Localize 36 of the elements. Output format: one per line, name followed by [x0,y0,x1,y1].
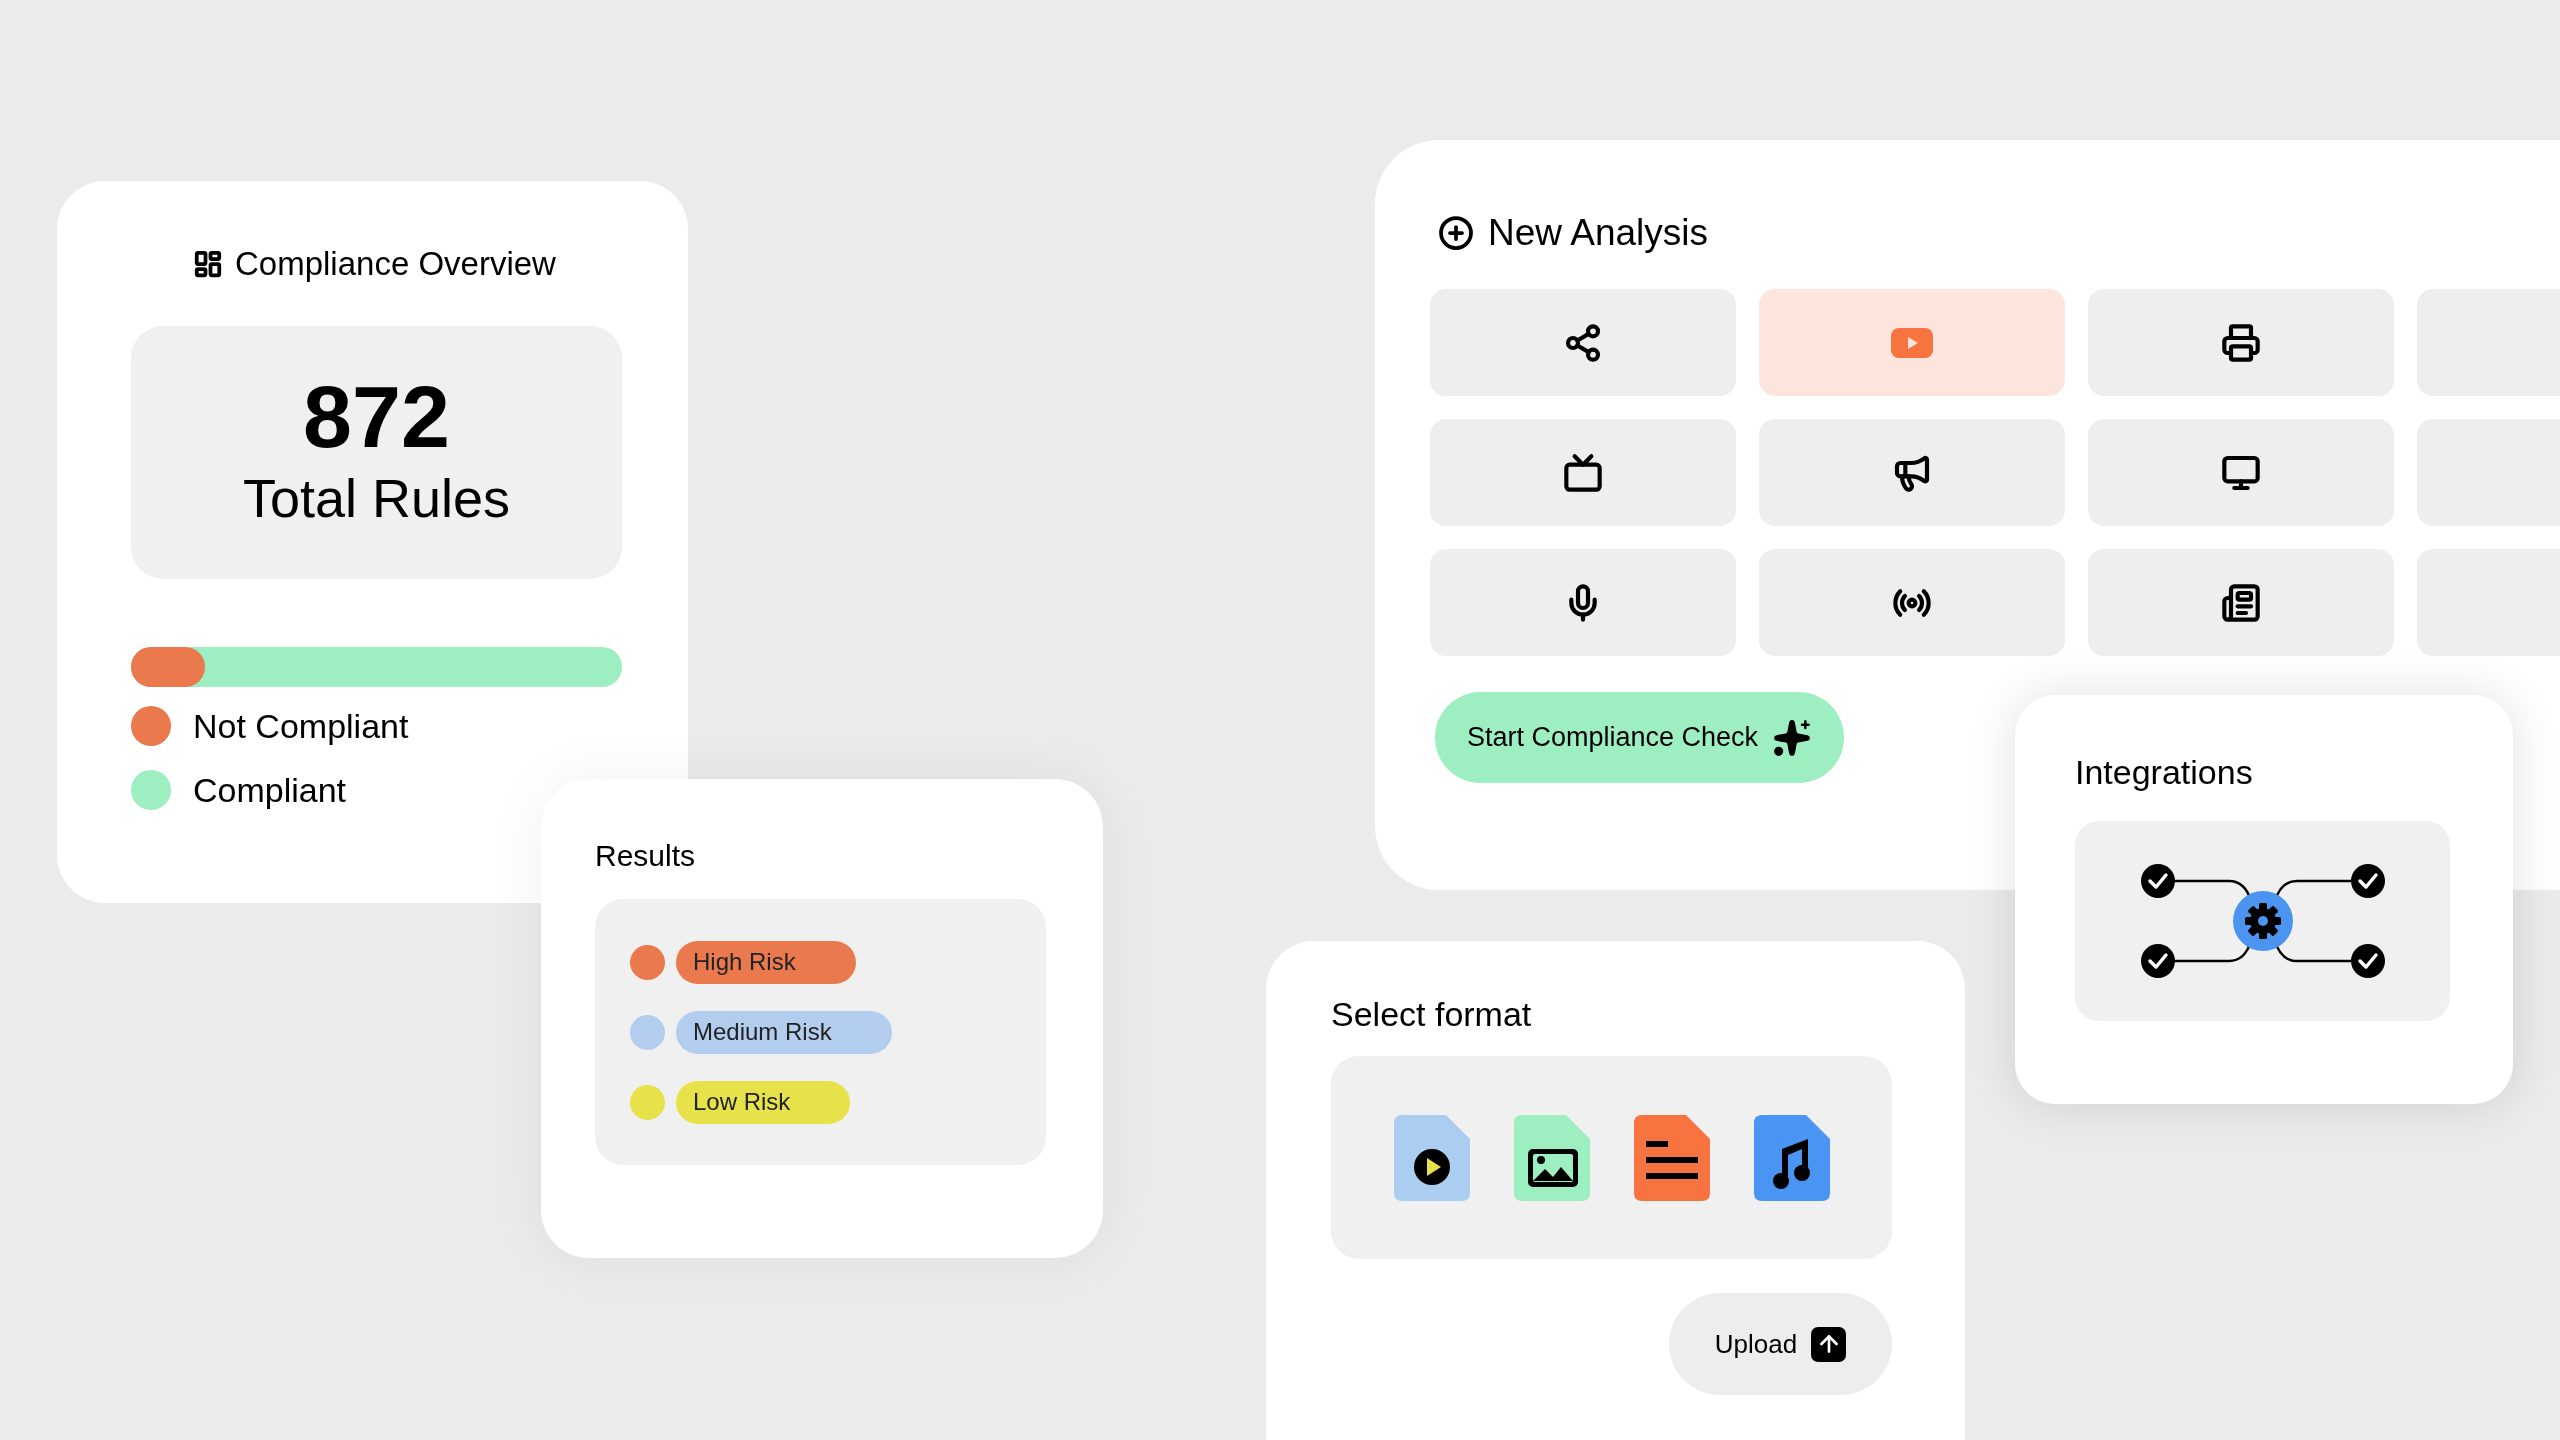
sparkle-icon [1772,717,1813,758]
dashboard-icon [193,248,223,279]
newspaper-icon [2221,582,2261,623]
total-count: 872 [303,372,450,461]
tv-icon [1563,452,1603,493]
start-check-button[interactable]: Start Compliance Check [1435,692,1845,783]
add-circle-icon [1438,214,1474,251]
image-file-icon[interactable] [1513,1114,1590,1201]
media-type-tile[interactable] [1759,289,2065,396]
upload-button[interactable]: Upload [1669,1293,1892,1395]
risk-tag: Low Risk [676,1080,851,1124]
media-type-tile[interactable] [1430,419,1736,526]
media-type-tile[interactable] [1430,289,1736,396]
card-title: Select format [1331,997,1533,1031]
risk-tag: Medium Risk [676,1010,892,1054]
video-file-icon[interactable] [1393,1114,1470,1201]
document-file-icon[interactable] [1633,1114,1710,1201]
legend-label: Compliant [193,773,347,807]
total-label: Total Rules [242,466,511,530]
legend-label: Not Compliant [193,709,409,743]
printer-icon [2221,322,2261,363]
video-play-icon [1891,327,1933,358]
media-type-tile[interactable] [2088,549,2394,656]
media-type-tile[interactable] [2088,289,2394,396]
risk-tag: High Risk [676,940,856,984]
card-title: Compliance Overview [235,247,556,280]
media-type-tile[interactable] [2088,419,2394,526]
card-title: Integrations [2075,755,2254,789]
media-type-tile[interactable] [1759,419,2065,526]
card-title: New Analysis [1488,214,1709,251]
share-icon [1563,322,1603,363]
media-type-tile[interactable] [1430,549,1736,656]
music-file-icon[interactable] [1753,1114,1830,1201]
media-type-tile[interactable] [1759,549,2065,656]
card-title: Results [595,841,697,871]
upload-icon [1811,1326,1847,1362]
